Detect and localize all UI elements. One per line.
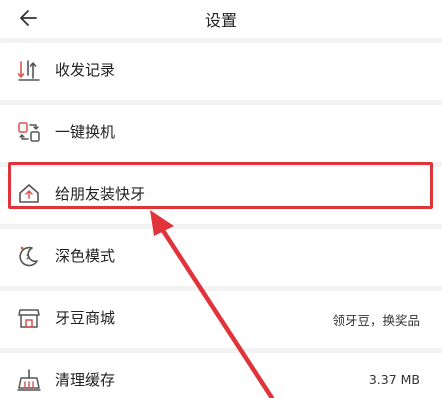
settings-item-dark-mode[interactable]: 深色模式 <box>0 229 442 286</box>
transfer-record-icon <box>17 60 40 81</box>
settings-item-label: 收发记录 <box>55 61 116 79</box>
settings-item-label: 深色模式 <box>55 247 116 265</box>
phone-switch-icon <box>18 122 40 142</box>
settings-item-value: 3.37 MB <box>368 372 420 387</box>
settings-item-label: 清理缓存 <box>55 371 116 389</box>
moon-icon <box>19 246 38 267</box>
settings-item-clear-cache[interactable]: 清理缓存 3.37 MB <box>0 353 442 398</box>
settings-item-value: 领牙豆，换奖品 <box>332 313 420 328</box>
settings-item-shop[interactable]: 牙豆商城 领牙豆，换奖品 <box>0 291 442 348</box>
broom-icon <box>17 369 41 391</box>
header-bar: 设置 <box>0 0 442 38</box>
settings-item-transfer-record[interactable]: 收发记录 <box>0 43 442 100</box>
settings-screen: 设置 收发记录 一键换机 给朋友装快牙 深色模式 牙豆商城 领牙豆，换奖品 清理… <box>0 0 442 398</box>
settings-list: 收发记录 一键换机 给朋友装快牙 深色模式 牙豆商城 领牙豆，换奖品 清理缓存 … <box>0 43 442 398</box>
settings-item-phone-switch[interactable]: 一键换机 <box>0 105 442 162</box>
highlight-box <box>8 162 433 209</box>
settings-item-label: 一键换机 <box>55 123 116 141</box>
settings-item-label: 牙豆商城 <box>55 309 116 327</box>
shop-icon <box>18 309 40 328</box>
page-title: 设置 <box>204 11 237 30</box>
